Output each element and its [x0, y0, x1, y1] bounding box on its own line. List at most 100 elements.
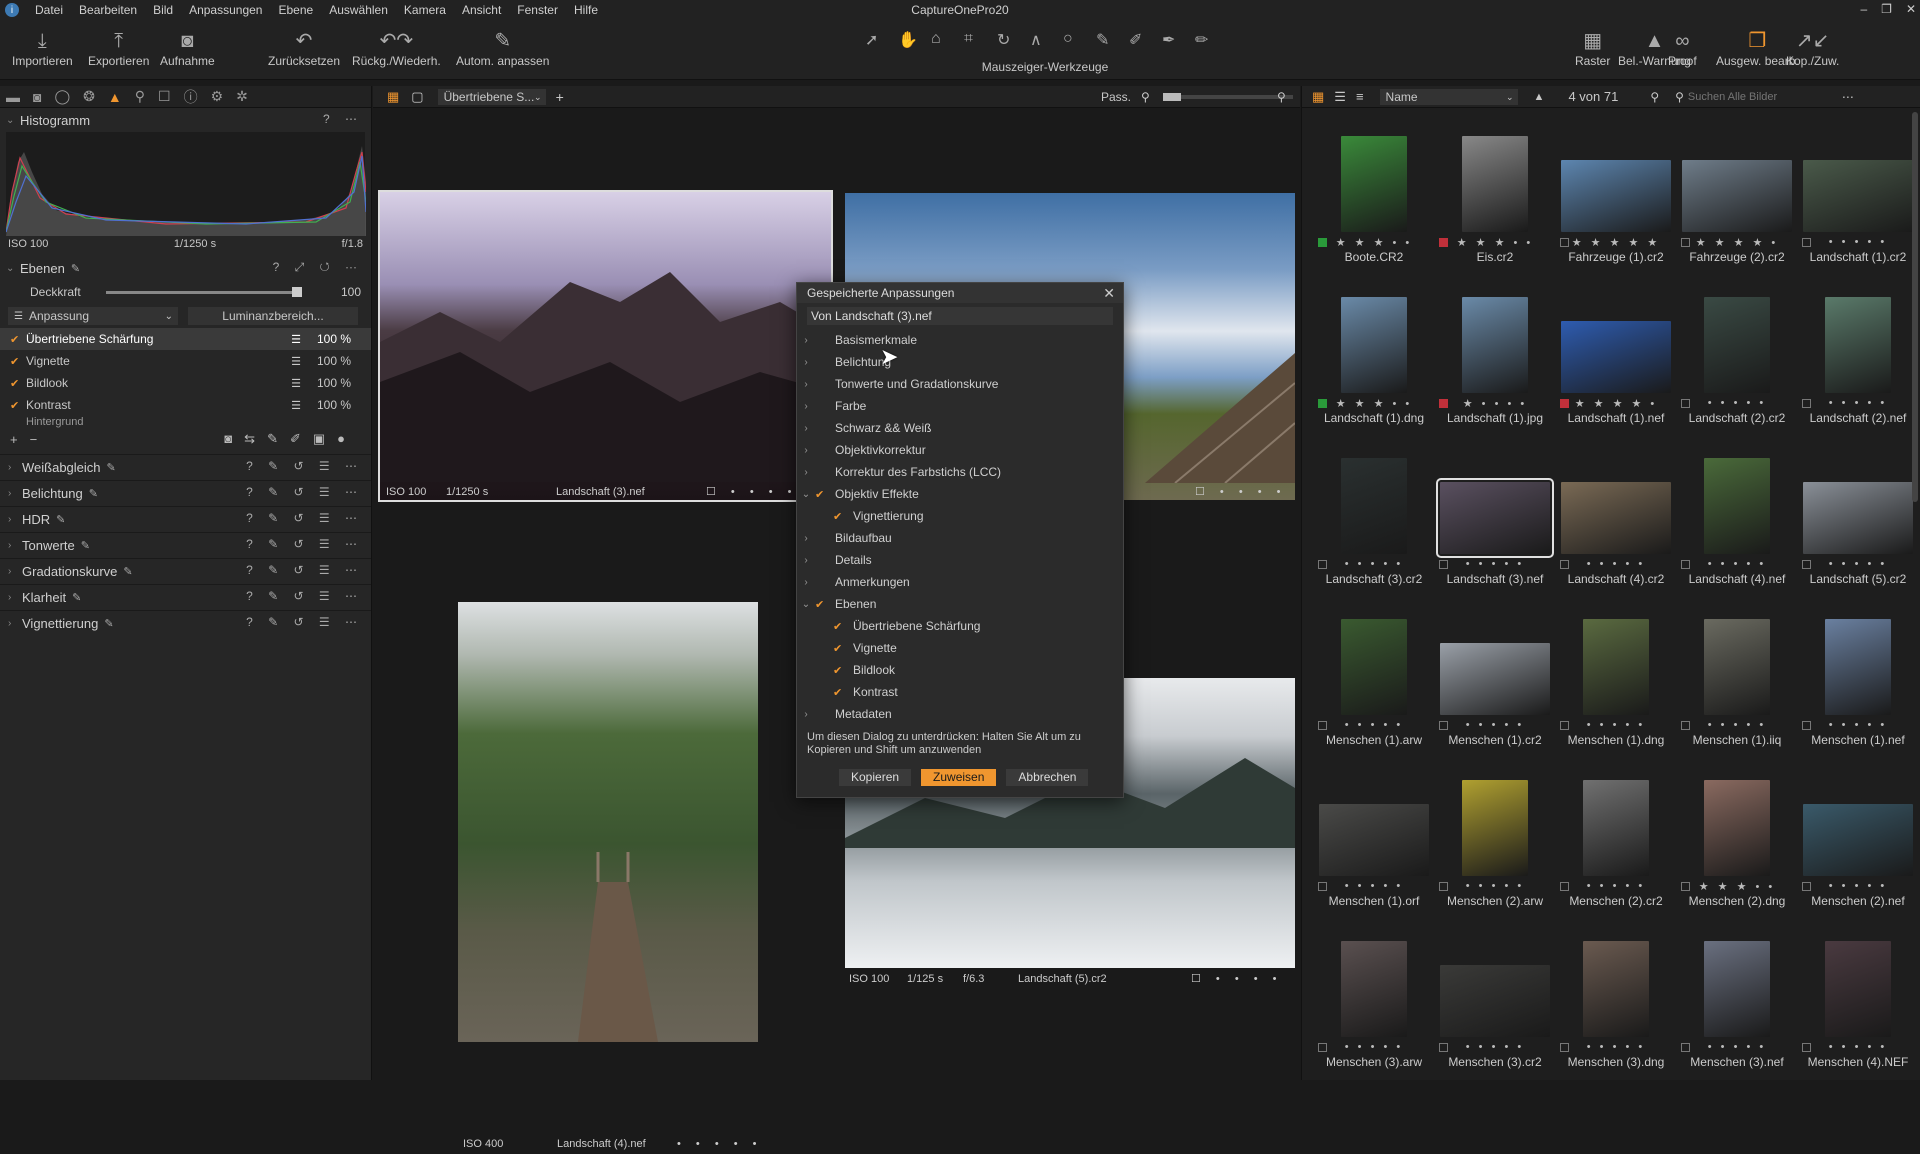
multi-view-icon[interactable]: ▦	[387, 89, 399, 105]
tool-actions-icon[interactable]: ? ✎ ↺ ☰ ⋯	[246, 589, 363, 603]
layer-settings-icon[interactable]: ☰	[291, 333, 301, 346]
spot-removal-icon[interactable]: ○	[1063, 30, 1073, 48]
zoom-icon[interactable]: ⚲	[1650, 90, 1659, 104]
layers-header[interactable]: ⌄ Ebenen ✎ ? ⤢ ↺ ⋯	[0, 256, 371, 280]
chevron-right-icon[interactable]: ›	[797, 709, 815, 720]
tool-actions-icon[interactable]: ? ✎ ↺ ☰ ⋯	[246, 537, 363, 551]
rating-dots[interactable]: ☐ • • • •	[1195, 485, 1287, 500]
tool-actions-icon[interactable]: ? ✎ ↺ ☰ ⋯	[246, 563, 363, 577]
adjustment-tonwerte-und-gradationskurve[interactable]: › Tonwerte und Gradationskurve	[797, 373, 1123, 395]
thumbnail[interactable]: ★ ★ ★ • • Menschen (2).dng	[1677, 776, 1797, 936]
adjustment-basismerkmale[interactable]: › Basismerkmale	[797, 329, 1123, 351]
layer-settings-icon[interactable]: ☰	[291, 399, 301, 412]
checkbox[interactable]: ✔	[815, 598, 829, 611]
checkbox[interactable]: ✔	[833, 620, 847, 633]
thumbnail[interactable]: • • • • • Landschaft (2).cr2	[1677, 293, 1797, 453]
menu-ansicht[interactable]: Ansicht	[454, 0, 509, 20]
viewer-image-1[interactable]: ISO 100 1/1250 s Landschaft (3).nef ☐ • …	[378, 190, 833, 502]
adjustment-schwarz-wei[interactable]: › Schwarz && Weiß	[797, 417, 1123, 439]
thumbnail[interactable]: • • • • • Landschaft (1).cr2	[1798, 132, 1918, 292]
tool-gradationskurve[interactable]: › Gradationskurve ✎ ? ✎ ↺ ☰ ⋯	[0, 558, 371, 584]
zur-cksetzen-button[interactable]: ↶ Zurücksetzen	[268, 28, 340, 68]
batch-tab-icon[interactable]: ✲	[236, 88, 248, 105]
rating-dots[interactable]: ☐ • • • •	[1191, 972, 1283, 988]
menu-fenster[interactable]: Fenster	[509, 0, 566, 20]
aufnahme-button[interactable]: ◙ Aufnahme	[160, 28, 215, 68]
adjustment-vignette[interactable]: ✔ Vignette	[797, 637, 1123, 659]
star-rating[interactable]: • • • • •	[1314, 558, 1434, 570]
thumbnail[interactable]: • • • • • Landschaft (4).nef	[1677, 454, 1797, 614]
tool-actions-icon[interactable]: ? ✎ ↺ ☰ ⋯	[246, 511, 363, 525]
color-tab-icon[interactable]: ❂	[83, 88, 95, 105]
library-tab-icon[interactable]: ▬	[6, 89, 20, 105]
filmstrip-view-icon[interactable]: ≡	[1356, 89, 1364, 104]
thumbnail[interactable]: • • • • • Menschen (2).arw	[1435, 776, 1555, 936]
thumbnail[interactable]: • • • • • Landschaft (3).nef	[1435, 454, 1555, 614]
annotate-icon[interactable]: ✏	[1195, 30, 1208, 50]
thumbnail[interactable]: • • • • • Menschen (3).cr2	[1435, 937, 1555, 1097]
star-rating[interactable]: ★ ★ ★ ★ ★	[1556, 236, 1676, 249]
chevron-right-icon[interactable]: ›	[797, 357, 815, 368]
thumbnail[interactable]: • • • • • Menschen (4).NEF	[1798, 937, 1918, 1097]
star-rating[interactable]: • • • • •	[1435, 1041, 1555, 1053]
sort-select[interactable]: Name ⌄	[1379, 88, 1518, 105]
raster-button[interactable]: ▦ Raster	[1575, 28, 1610, 68]
grid-view-icon[interactable]: ▦	[1312, 89, 1324, 105]
select-cursor-icon[interactable]: ➚	[865, 30, 878, 50]
star-rating[interactable]: • • • • •	[1798, 558, 1918, 570]
star-rating[interactable]: • • • • •	[1677, 397, 1797, 409]
star-rating[interactable]: ★ • • • •	[1435, 397, 1555, 410]
minimize-icon[interactable]: –	[1860, 2, 1867, 16]
chevron-right-icon[interactable]: ›	[797, 379, 815, 390]
star-rating[interactable]: • • • • •	[1556, 880, 1676, 892]
layer-vignette[interactable]: ✔ Vignette ☰ 100 %	[0, 350, 371, 372]
thumbnail[interactable]: • • • • • Menschen (1).iiq	[1677, 615, 1797, 775]
star-rating[interactable]: • • • • •	[1556, 558, 1676, 570]
brush-icon[interactable]: ✎	[1096, 30, 1109, 50]
thumbnail[interactable]: • • • • • Menschen (3).arw	[1314, 937, 1434, 1097]
zoom-fit-label[interactable]: Pass.	[1101, 90, 1131, 104]
chevron-right-icon[interactable]: ›	[797, 445, 815, 456]
chevron-right-icon[interactable]: ›	[797, 577, 815, 588]
thumbnail[interactable]: ★ ★ ★ ★ ★ Fahrzeuge (1).cr2	[1556, 132, 1676, 292]
menu-hilfe[interactable]: Hilfe	[566, 0, 606, 20]
menu-bearbeiten[interactable]: Bearbeiten	[71, 0, 145, 20]
layer-settings-icon[interactable]: ☰	[291, 377, 301, 390]
thumbnail[interactable]: • • • • • Landschaft (4).cr2	[1556, 454, 1676, 614]
tool-actions-icon[interactable]: ? ✎ ↺ ☰ ⋯	[246, 615, 363, 629]
luma-range-button[interactable]: Luminanzbereich...	[188, 307, 358, 325]
chevron-right-icon[interactable]: ›	[797, 555, 815, 566]
adjustment-metadaten[interactable]: › Metadaten	[797, 703, 1123, 725]
single-view-icon[interactable]: ▢	[411, 89, 423, 105]
metadata-tab-icon[interactable]: ⓘ	[184, 87, 198, 107]
layer-settings-icon[interactable]: ☰	[291, 355, 301, 368]
opacity-knob[interactable]	[292, 287, 302, 297]
menu-datei[interactable]: Datei	[27, 0, 71, 20]
capture-tab-icon[interactable]: ◙	[33, 89, 41, 105]
tool-tonwerte[interactable]: › Tonwerte ✎ ? ✎ ↺ ☰ ⋯	[0, 532, 371, 558]
star-rating[interactable]: • • • • •	[1314, 880, 1434, 892]
adjustments-tab-icon[interactable]: ☐	[158, 88, 171, 105]
exportieren-button[interactable]: ⤒ Exportieren	[88, 28, 149, 68]
star-rating[interactable]: • • • • •	[1798, 1041, 1918, 1053]
cancel-button[interactable]: Abbrechen	[1006, 769, 1089, 786]
sort-direction-icon[interactable]: ▲	[1534, 91, 1545, 103]
zoom-in-icon[interactable]: ⚲	[1277, 90, 1286, 104]
rotate-icon[interactable]: ↻	[997, 30, 1010, 50]
adjustment-korrektur-des-farbstichs-lcc[interactable]: › Korrektur des Farbstichs (LCC)	[797, 461, 1123, 483]
star-rating[interactable]: ★ ★ ★ ★ •	[1556, 397, 1676, 410]
viewer-image-3[interactable]	[458, 602, 758, 1042]
more-icon[interactable]: ⋯	[1842, 90, 1854, 104]
section-tools-icon[interactable]: ? ⤢ ↺ ⋯	[273, 260, 363, 275]
chevron-down-icon[interactable]: ⌄	[797, 599, 815, 610]
opacity-value[interactable]: 100	[341, 285, 361, 299]
pan-hand-icon[interactable]: ✋	[898, 30, 918, 50]
star-rating[interactable]: • • • • •	[1435, 719, 1555, 731]
mask-tools-icon[interactable]: ◙⇆✎✐▣●	[224, 431, 357, 447]
adjustment-bertriebene-sch-rfung[interactable]: ✔ Übertriebene Schärfung	[797, 615, 1123, 637]
thumbnail[interactable]: • • • • • Landschaft (5).cr2	[1798, 454, 1918, 614]
thumbnail[interactable]: • • • • • Menschen (3).dng	[1556, 937, 1676, 1097]
thumbnail[interactable]: • • • • • Landschaft (2).nef	[1798, 293, 1918, 453]
zoom-out-icon[interactable]: ⚲	[1141, 90, 1150, 104]
chevron-right-icon[interactable]: ›	[797, 401, 815, 412]
